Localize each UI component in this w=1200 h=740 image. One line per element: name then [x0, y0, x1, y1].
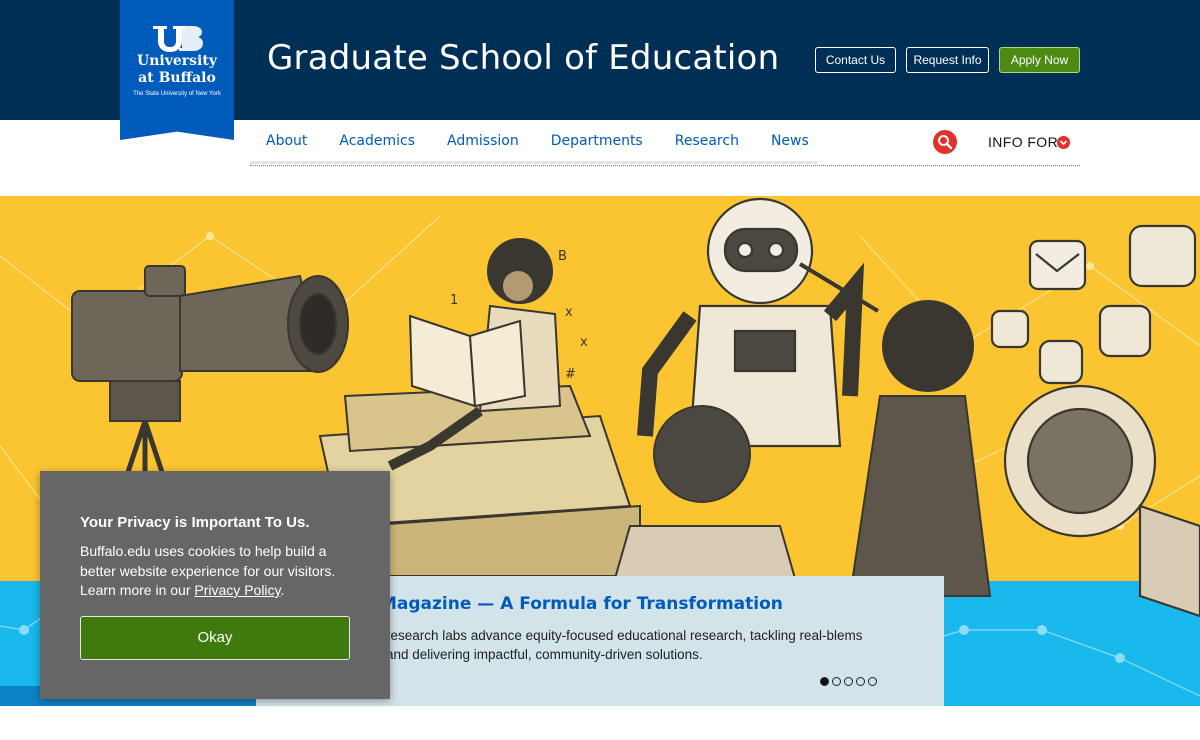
- okay-button[interactable]: Okay: [80, 616, 350, 660]
- caption-body: research labs advance equity-focused edu…: [386, 628, 863, 662]
- logo-subtitle: The State University of New York: [133, 91, 221, 97]
- info-for-menu[interactable]: INFO FOR: [988, 134, 1058, 150]
- cookie-text: Buffalo.edu uses cookies to help build a…: [80, 542, 365, 601]
- logo-line1: University: [137, 53, 217, 69]
- chevron-down-icon[interactable]: [1057, 136, 1070, 149]
- ub-monogram-icon: [153, 26, 203, 52]
- nav-item-academics[interactable]: Academics: [323, 120, 431, 161]
- main-nav: About Academics Admission Departments Re…: [250, 120, 1080, 166]
- svg-text:1: 1: [450, 293, 458, 308]
- logo-line2: at Buffalo: [138, 70, 216, 86]
- svg-text:B: B: [558, 249, 567, 264]
- caption-title[interactable]: Magazine — A Formula for Transformation: [380, 594, 783, 614]
- nav-items: About Academics Admission Departments Re…: [250, 120, 817, 164]
- contact-us-button[interactable]: Contact Us: [815, 47, 896, 73]
- nav-item-admission[interactable]: Admission: [431, 120, 535, 161]
- svg-text:#: #: [565, 367, 576, 382]
- svg-text:x: x: [565, 305, 573, 320]
- carousel-dot[interactable]: [832, 677, 841, 686]
- ub-logo[interactable]: University at Buffalo The State Universi…: [120, 0, 234, 140]
- nav-item-about[interactable]: About: [250, 120, 323, 161]
- privacy-policy-link[interactable]: Privacy Policy: [194, 582, 280, 598]
- carousel-dot[interactable]: [856, 677, 865, 686]
- carousel-dot[interactable]: [820, 677, 829, 686]
- site-header: University at Buffalo The State Universi…: [0, 0, 1200, 140]
- nav-item-research[interactable]: Research: [659, 120, 755, 161]
- request-info-button[interactable]: Request Info: [906, 47, 989, 73]
- carousel-dot[interactable]: [844, 677, 853, 686]
- cookie-title: Your Privacy is Important To Us.: [80, 514, 310, 531]
- carousel-dot[interactable]: [868, 677, 877, 686]
- nav-item-news[interactable]: News: [755, 120, 825, 161]
- apply-now-button[interactable]: Apply Now: [999, 47, 1080, 73]
- cookie-banner: Your Privacy is Important To Us. Buffalo…: [40, 471, 390, 699]
- svg-text:x: x: [580, 335, 588, 350]
- page: University at Buffalo The State Universi…: [0, 0, 1200, 740]
- nav-item-departments[interactable]: Departments: [535, 120, 659, 161]
- search-icon: [938, 135, 953, 150]
- cookie-text-after: .: [280, 582, 285, 598]
- carousel-dots: [820, 677, 877, 686]
- site-title[interactable]: Graduate School of Education: [267, 38, 779, 78]
- search-button[interactable]: [933, 130, 957, 154]
